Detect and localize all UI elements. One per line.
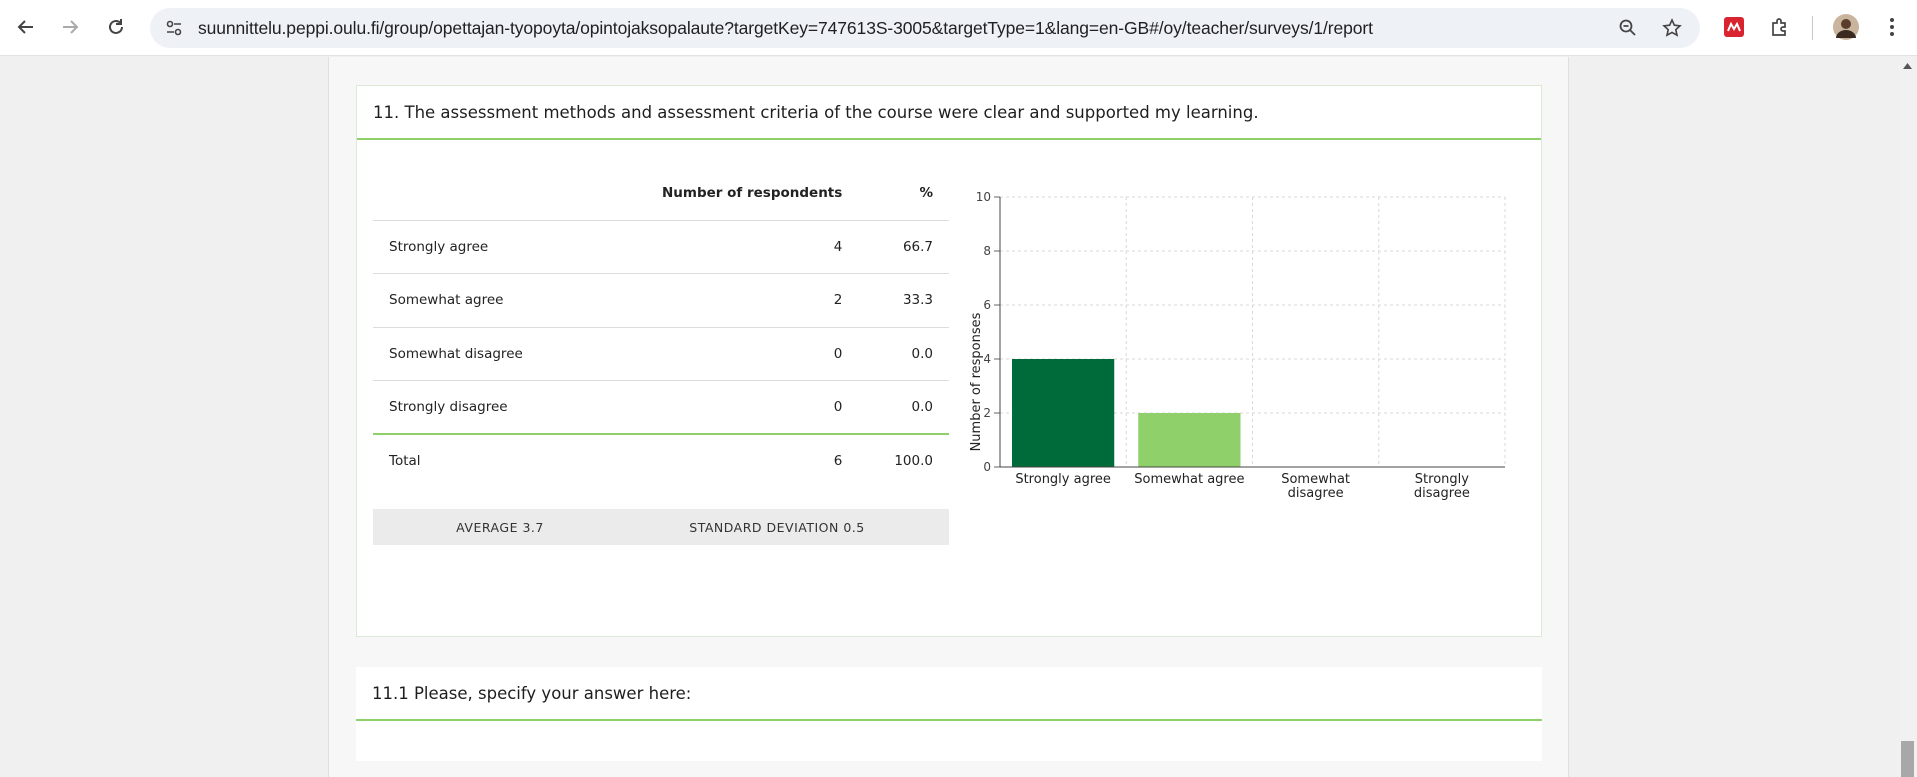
row-label: Somewhat agree [373, 273, 586, 327]
menu-kebab-icon[interactable] [1874, 9, 1910, 45]
stats-bar: AVERAGE 3.7 STANDARD DEVIATION 0.5 [373, 509, 949, 545]
row-label: Strongly disagree [373, 380, 586, 434]
total-percent: 100.0 [858, 433, 949, 488]
responses-table: Number of respondents % Strongly agree 4… [373, 166, 949, 488]
std-dev-stat: STANDARD DEVIATION 0.5 [689, 519, 865, 535]
row-count: 4 [585, 219, 859, 274]
extensions-puzzle-icon[interactable] [1762, 9, 1798, 45]
x-tick-label: Strongly agree [1015, 472, 1111, 487]
scrollbar-thumb[interactable] [1901, 741, 1914, 777]
browser-toolbar: suunnittelu.peppi.oulu.fi/group/opettaja… [0, 0, 1917, 56]
scroll-up-icon[interactable] [1903, 63, 1912, 69]
row-percent: 0.0 [858, 380, 949, 434]
question-title: 11. The assessment methods and assessmen… [357, 86, 1541, 140]
question-card: 11. The assessment methods and assessmen… [356, 85, 1542, 637]
average-stat: AVERAGE 3.7 [456, 519, 544, 535]
table-row: Somewhat agree 2 33.3 [373, 273, 949, 327]
x-tick-label: Strongly disagree [1414, 472, 1470, 501]
followup-title: 11.1 Please, specify your answer here: [356, 667, 1542, 721]
row-percent: 66.7 [858, 219, 949, 274]
address-bar[interactable]: suunnittelu.peppi.oulu.fi/group/opettaja… [150, 8, 1700, 48]
site-info-icon[interactable] [156, 10, 192, 46]
profile-avatar[interactable] [1828, 9, 1864, 45]
y-tick-label: 6 [983, 298, 991, 312]
table-row: Somewhat disagree 0 0.0 [373, 326, 949, 381]
row-count: 0 [585, 326, 859, 381]
row-count: 0 [585, 380, 859, 434]
bookmark-star-icon[interactable] [1654, 10, 1690, 46]
table-row: Strongly disagree 0 0.0 [373, 380, 949, 434]
row-label: Strongly agree [373, 219, 586, 274]
y-tick-label: 2 [983, 406, 991, 420]
toolbar-divider [1812, 16, 1813, 40]
responses-chart: 0 2 4 6 8 10 Strongly agree Somewhat agree Somew… [957, 176, 1537, 566]
total-label: Total [373, 433, 586, 488]
row-percent: 33.3 [858, 273, 949, 327]
chart-svg: 0 2 4 6 8 10 Strongly agree Somewhat agree Somew… [969, 190, 1506, 501]
row-percent: 0.0 [858, 326, 949, 381]
zoom-icon[interactable] [1610, 10, 1646, 46]
row-count: 2 [585, 273, 859, 327]
header-blank [373, 166, 586, 220]
back-icon[interactable] [8, 9, 44, 45]
row-label: Somewhat disagree [373, 326, 586, 381]
x-tick-label: Somewhat disagree [1281, 472, 1350, 501]
extension-icon[interactable] [1716, 9, 1752, 45]
y-tick-label: 0 [983, 460, 991, 474]
total-count: 6 [585, 433, 859, 488]
followup-card: 11.1 Please, specify your answer here: [356, 667, 1542, 761]
header-percent: % [919, 184, 933, 201]
x-tick-label: Somewhat agree [1134, 472, 1244, 487]
scrollbar[interactable] [1898, 57, 1917, 777]
y-tick-label: 8 [983, 244, 991, 258]
reload-icon[interactable] [98, 9, 134, 45]
y-tick-label: 4 [983, 352, 991, 366]
header-respondents: Number of respondents [661, 184, 843, 201]
y-tick-label: 10 [976, 190, 991, 204]
url-text[interactable]: suunnittelu.peppi.oulu.fi/group/opettaja… [198, 18, 1373, 39]
table-row: Strongly agree 4 66.7 [373, 219, 949, 274]
page-content: 11. The assessment methods and assessmen… [0, 57, 1917, 777]
chart-bar [1138, 413, 1241, 467]
total-row: Total 6 100.0 [373, 433, 949, 488]
forward-icon[interactable] [52, 9, 88, 45]
chart-bar [1012, 359, 1115, 467]
chart-y-axis-label: Number of responses [969, 312, 984, 451]
